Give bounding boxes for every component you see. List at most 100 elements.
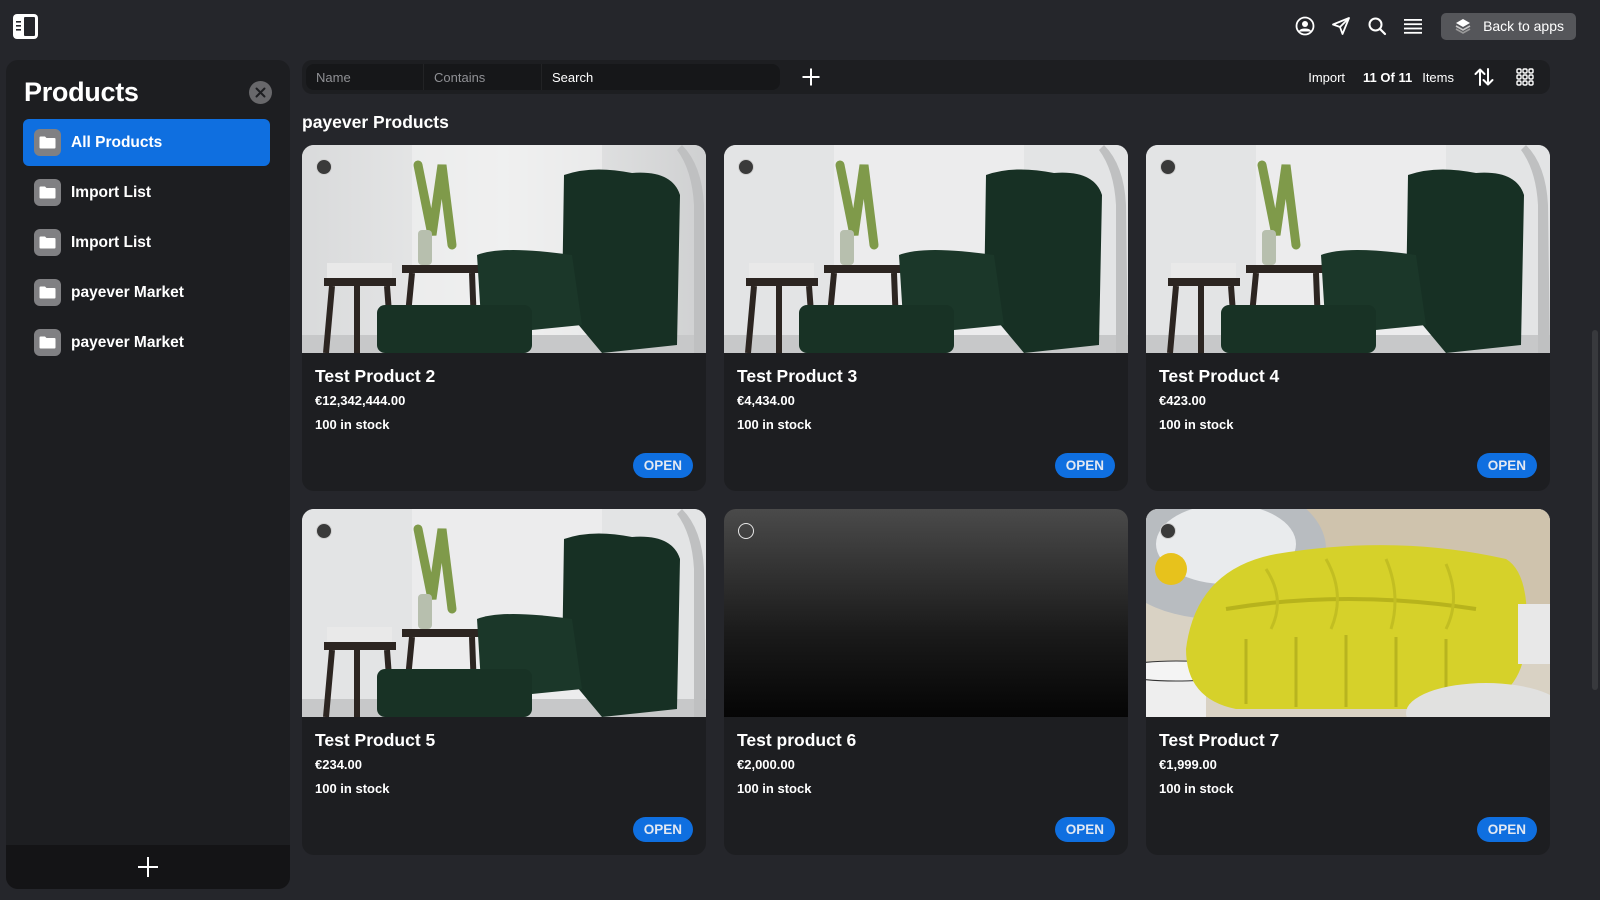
top-actions: Back to apps — [1287, 12, 1576, 40]
grid-view-button[interactable] — [1514, 66, 1536, 88]
add-folder-button[interactable] — [6, 845, 290, 889]
menu-icon — [1404, 19, 1423, 34]
plus-icon — [802, 68, 820, 86]
product-price: €12,342,444.00 — [315, 393, 406, 408]
search-field — [542, 64, 780, 90]
select-checkbox[interactable] — [316, 159, 332, 175]
product-price: €2,000.00 — [737, 757, 795, 772]
sidebar-item-label: payever Market — [71, 283, 184, 301]
sort-icon — [1474, 68, 1494, 86]
product-image — [302, 145, 706, 353]
filter-field-label: Name — [316, 69, 351, 85]
menu-button[interactable] — [1395, 12, 1431, 40]
product-info: Test Product 3 €4,434.00 100 in stock OP… — [724, 353, 1128, 491]
sidebar-item-all-products[interactable]: All Products — [23, 119, 270, 166]
section-title: payever Products — [302, 112, 449, 132]
item-count: 11 Of 11 — [1363, 69, 1413, 85]
sidebar-item-label: Import List — [71, 233, 152, 251]
green-armchair-image — [724, 145, 1128, 353]
sidebar-toggle-icon — [13, 14, 38, 39]
search-input[interactable] — [552, 69, 780, 85]
filter-condition-select[interactable]: Contains — [424, 64, 542, 90]
product-stock: 100 in stock — [315, 417, 390, 432]
yellow-sofa-image — [1146, 509, 1550, 717]
folder-icon — [34, 279, 61, 306]
product-info: Test Product 2 €12,342,444.00 100 in sto… — [302, 353, 706, 491]
sidebar-item-payever-market[interactable]: payever Market — [23, 269, 270, 316]
select-checkbox[interactable] — [738, 159, 754, 175]
product-price: €234.00 — [315, 757, 362, 772]
product-title: Test product 6 — [737, 730, 857, 750]
open-button[interactable]: OPEN — [1054, 453, 1115, 478]
select-checkbox[interactable] — [738, 523, 754, 539]
product-grid: Test Product 2 €12,342,444.00 100 in sto… — [302, 145, 1550, 855]
product-card[interactable]: Test Product 5 €234.00 100 in stock OPEN — [302, 509, 706, 855]
sidebar-title: Products — [24, 76, 139, 107]
back-to-apps-label: Back to apps — [1483, 18, 1564, 34]
sidebar-item-label: Import List — [71, 183, 152, 201]
product-image — [1146, 509, 1550, 717]
open-button[interactable]: OPEN — [1054, 817, 1115, 842]
sidebar-toggle-button[interactable] — [12, 13, 39, 40]
plus-icon — [138, 857, 158, 877]
scrollbar-thumb[interactable] — [1592, 330, 1598, 690]
product-price: €1,999.00 — [1159, 757, 1217, 772]
product-info: Test Product 5 €234.00 100 in stock OPEN — [302, 717, 706, 855]
product-card[interactable]: Test Product 3 €4,434.00 100 in stock OP… — [724, 145, 1128, 491]
product-price: €4,434.00 — [737, 393, 795, 408]
select-checkbox[interactable] — [1160, 159, 1176, 175]
filter-field-select[interactable]: Name — [306, 64, 424, 90]
green-armchair-image — [302, 509, 706, 717]
folder-icon — [34, 179, 61, 206]
product-info: Test Product 4 €423.00 100 in stock OPEN — [1146, 353, 1550, 491]
product-card[interactable]: Test Product 2 €12,342,444.00 100 in sto… — [302, 145, 706, 491]
sidebar-item-import-list[interactable]: Import List — [23, 169, 270, 216]
add-filter-button[interactable] — [800, 66, 822, 88]
open-button[interactable]: OPEN — [632, 817, 693, 842]
product-image-placeholder — [724, 509, 1128, 717]
items-label: Items — [1422, 69, 1454, 85]
sidebar-item-payever-market-2[interactable]: payever Market — [23, 319, 270, 366]
product-card[interactable]: Test product 6 €2,000.00 100 in stock OP… — [724, 509, 1128, 855]
product-image — [302, 509, 706, 717]
product-price: €423.00 — [1159, 393, 1206, 408]
open-button[interactable]: OPEN — [632, 453, 693, 478]
product-image — [724, 145, 1128, 353]
close-sidebar-button[interactable] — [249, 80, 272, 104]
product-title: Test Product 2 — [315, 366, 436, 386]
product-title: Test Product 4 — [1159, 366, 1280, 386]
open-button[interactable]: OPEN — [1476, 453, 1537, 478]
folder-icon — [34, 229, 61, 256]
layers-icon — [1455, 19, 1471, 34]
product-card[interactable]: Test Product 4 €423.00 100 in stock OPEN — [1146, 145, 1550, 491]
folder-icon — [34, 129, 61, 156]
product-stock: 100 in stock — [1159, 417, 1234, 432]
green-armchair-image — [1146, 145, 1550, 353]
send-button[interactable] — [1323, 12, 1359, 40]
product-info: Test Product 7 €1,999.00 100 in stock OP… — [1146, 717, 1550, 855]
profile-icon — [1295, 16, 1315, 36]
import-button[interactable]: Import — [1308, 70, 1345, 85]
product-stock: 100 in stock — [315, 781, 390, 796]
filter-group: Name Contains — [306, 64, 780, 90]
product-title: Test Product 3 — [737, 366, 858, 386]
sidebar: Products All Products Import List Import… — [6, 60, 290, 889]
sort-button[interactable] — [1472, 65, 1496, 89]
filter-condition-label: Contains — [434, 69, 486, 85]
select-checkbox[interactable] — [1160, 523, 1176, 539]
product-card[interactable]: Test Product 7 €1,999.00 100 in stock OP… — [1146, 509, 1550, 855]
green-armchair-image — [302, 145, 706, 353]
product-stock: 100 in stock — [737, 781, 812, 796]
back-to-apps-button[interactable]: Back to apps — [1441, 12, 1576, 40]
profile-button[interactable] — [1287, 12, 1323, 40]
search-button[interactable] — [1359, 12, 1395, 40]
sidebar-item-import-list-2[interactable]: Import List — [23, 219, 270, 266]
sidebar-header: Products — [24, 72, 272, 112]
top-bar: Back to apps — [0, 0, 1600, 52]
select-checkbox[interactable] — [316, 523, 332, 539]
sidebar-item-label: All Products — [71, 133, 163, 151]
product-image — [1146, 145, 1550, 353]
open-button[interactable]: OPEN — [1476, 817, 1537, 842]
product-info: Test product 6 €2,000.00 100 in stock OP… — [724, 717, 1128, 855]
toolbar-right: Import 11 Of 11 Items — [1308, 60, 1536, 94]
